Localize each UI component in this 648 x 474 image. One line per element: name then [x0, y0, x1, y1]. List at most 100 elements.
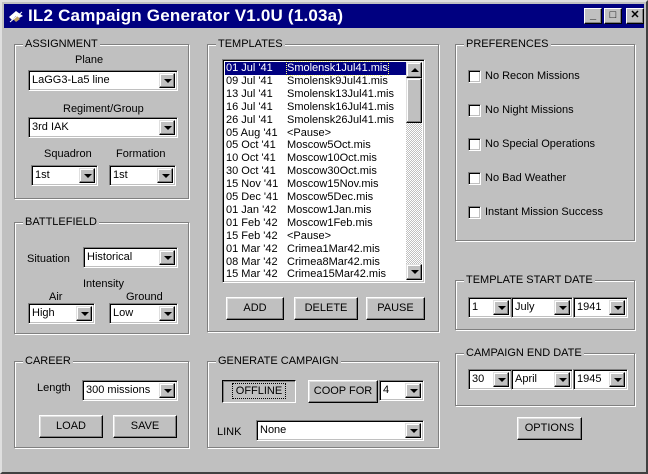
no-bad-weather-label[interactable]: No Bad Weather — [485, 172, 566, 185]
plane-select[interactable]: LaGG3-La5 line — [28, 70, 178, 91]
no-special-label[interactable]: No Special Operations — [485, 138, 595, 151]
template-row[interactable]: 13 Jul '41 Smolensk13Jul41.mis — [225, 88, 406, 101]
end-day-select[interactable]: 30 — [468, 369, 512, 390]
template-row[interactable]: 16 Jul '41 Smolensk16Jul41.mis — [225, 101, 406, 114]
options-button[interactable]: OPTIONS — [517, 417, 582, 440]
end-day-value: 30 — [472, 373, 485, 385]
chevron-down-icon[interactable] — [554, 300, 570, 315]
no-bad-weather-checkbox[interactable] — [468, 172, 481, 185]
template-row[interactable]: 15 Mar '42 Crimea15Mar42.mis — [225, 268, 406, 281]
template-date: 26 Jul '41 — [226, 113, 273, 126]
template-row[interactable]: 01 Mar '42 Crimea1Mar42.mis — [225, 243, 406, 256]
template-row[interactable]: 01 Jul '41 Smolensk1Jul41.mis — [225, 61, 406, 76]
title-bar[interactable]: IL2 Campaign Generator V1.0U (1.03a) _ □… — [4, 4, 644, 28]
template-row[interactable]: 09 Jul '41 Smolensk9Jul41.mis — [225, 75, 406, 88]
template-row[interactable]: 10 Oct '41 Moscow10Oct.mis — [225, 152, 406, 165]
close-button[interactable]: ✕ — [626, 8, 644, 24]
air-intensity-value: High — [32, 307, 55, 319]
no-special-checkbox[interactable] — [468, 138, 481, 151]
template-row[interactable]: 05 Dec '41 Moscow5Dec.mis — [225, 191, 406, 204]
chevron-down-icon[interactable] — [609, 300, 625, 315]
chevron-down-icon[interactable] — [159, 250, 175, 265]
link-select[interactable]: None — [256, 420, 424, 441]
no-night-label[interactable]: No Night Missions — [485, 104, 574, 117]
career-title: CAREER — [23, 354, 73, 368]
start-year-select[interactable]: 1941 — [573, 297, 628, 318]
templates-list[interactable]: 01 Jul '41 Smolensk1Jul41.mis 09 Jul '41 Sm… — [222, 59, 425, 283]
template-date: 01 Feb '42 — [226, 216, 278, 229]
no-recon-label[interactable]: No Recon Missions — [485, 70, 580, 83]
instant-success-label[interactable]: Instant Mission Success — [485, 206, 603, 219]
situation-value: Historical — [87, 251, 133, 263]
air-intensity-select[interactable]: High — [28, 303, 95, 324]
regiment-select[interactable]: 3rd IAK — [28, 117, 178, 138]
offline-button[interactable]: OFFLINE — [222, 380, 296, 403]
chevron-down-icon[interactable] — [159, 306, 175, 321]
formation-select[interactable]: 1st — [109, 165, 176, 186]
template-row[interactable]: 05 Oct '41 Moscow5Oct.mis — [225, 139, 406, 152]
template-row[interactable]: 08 Mar '42 Crimea8Mar42.mis — [225, 256, 406, 269]
chevron-down-icon[interactable] — [76, 306, 92, 321]
add-template-button[interactable]: ADD — [226, 297, 284, 320]
template-row[interactable]: 05 Aug '41 <Pause> — [225, 127, 406, 140]
squadron-select[interactable]: 1st — [31, 165, 98, 186]
template-row[interactable]: 30 Oct '41 Moscow30Oct.mis — [225, 165, 406, 178]
templates-title: TEMPLATES — [216, 37, 285, 51]
regiment-value: 3rd IAK — [32, 121, 69, 133]
chevron-down-icon[interactable] — [554, 372, 570, 387]
length-label: Length — [37, 382, 71, 394]
template-row[interactable]: 15 Feb '42 <Pause> — [225, 230, 406, 243]
start-year-value: 1941 — [577, 301, 602, 313]
no-recon-checkbox[interactable] — [468, 70, 481, 83]
scroll-up-button[interactable] — [406, 62, 422, 78]
templates-scrollbar[interactable] — [406, 62, 422, 280]
minimize-button[interactable]: _ — [584, 8, 602, 24]
scroll-down-button[interactable] — [406, 264, 422, 280]
chevron-down-icon[interactable] — [79, 168, 95, 183]
preferences-title: PREFERENCES — [464, 37, 551, 51]
scroll-thumb[interactable] — [406, 78, 422, 123]
window-title: IL2 Campaign Generator V1.0U (1.03a) — [28, 6, 344, 25]
template-mission: Moscow5Oct.mis — [287, 139, 371, 152]
chevron-down-icon[interactable] — [159, 383, 175, 398]
chevron-down-icon[interactable] — [405, 423, 421, 438]
template-date: 30 Oct '41 — [226, 165, 276, 178]
save-button[interactable]: SAVE — [113, 415, 177, 438]
ground-intensity-select[interactable]: Low — [109, 303, 178, 324]
template-row[interactable]: 01 Jan '42 Moscow1Jan.mis — [225, 204, 406, 217]
start-day-select[interactable]: 1 — [468, 297, 512, 318]
template-mission: Moscow1Jan.mis — [287, 203, 372, 216]
chevron-down-icon[interactable] — [157, 168, 173, 183]
no-night-checkbox[interactable] — [468, 104, 481, 117]
battlefield-title: BATTLEFIELD — [23, 215, 99, 229]
chevron-down-icon[interactable] — [405, 383, 421, 398]
pause-template-button[interactable]: PAUSE — [366, 297, 425, 320]
instant-success-checkbox[interactable] — [468, 206, 481, 219]
end-month-select[interactable]: April — [511, 369, 573, 390]
chevron-down-icon[interactable] — [493, 300, 509, 315]
career-length-select[interactable]: 300 missions — [82, 380, 178, 401]
end-year-select[interactable]: 1945 — [573, 369, 628, 390]
squadron-label: Squadron — [44, 148, 92, 160]
arrow-up-icon — [411, 68, 419, 72]
load-button[interactable]: LOAD — [39, 415, 103, 438]
maximize-button[interactable]: □ — [604, 8, 622, 24]
chevron-down-icon[interactable] — [493, 372, 509, 387]
chevron-down-icon[interactable] — [159, 120, 175, 135]
formation-value: 1st — [113, 169, 128, 181]
template-row[interactable]: 15 Nov '41 Moscow15Nov.mis — [225, 178, 406, 191]
chevron-down-icon[interactable] — [609, 372, 625, 387]
template-row[interactable]: 26 Jul '41 Smolensk26Jul41.mis — [225, 114, 406, 127]
template-row[interactable]: 01 Feb '42 Moscow1Feb.mis — [225, 217, 406, 230]
coop-button[interactable]: COOP FOR — [308, 380, 378, 403]
situation-select[interactable]: Historical — [83, 247, 178, 268]
coop-count-select[interactable]: 4 — [379, 380, 424, 401]
template-date: 01 Jan '42 — [226, 203, 277, 216]
template-mission: Moscow30Oct.mis — [287, 165, 377, 178]
start-month-select[interactable]: July — [511, 297, 573, 318]
template-date: 05 Dec '41 — [226, 191, 279, 203]
link-value: None — [260, 424, 287, 436]
chevron-down-icon[interactable] — [159, 73, 175, 88]
delete-template-button[interactable]: DELETE — [294, 297, 358, 320]
regiment-label: Regiment/Group — [63, 103, 144, 115]
